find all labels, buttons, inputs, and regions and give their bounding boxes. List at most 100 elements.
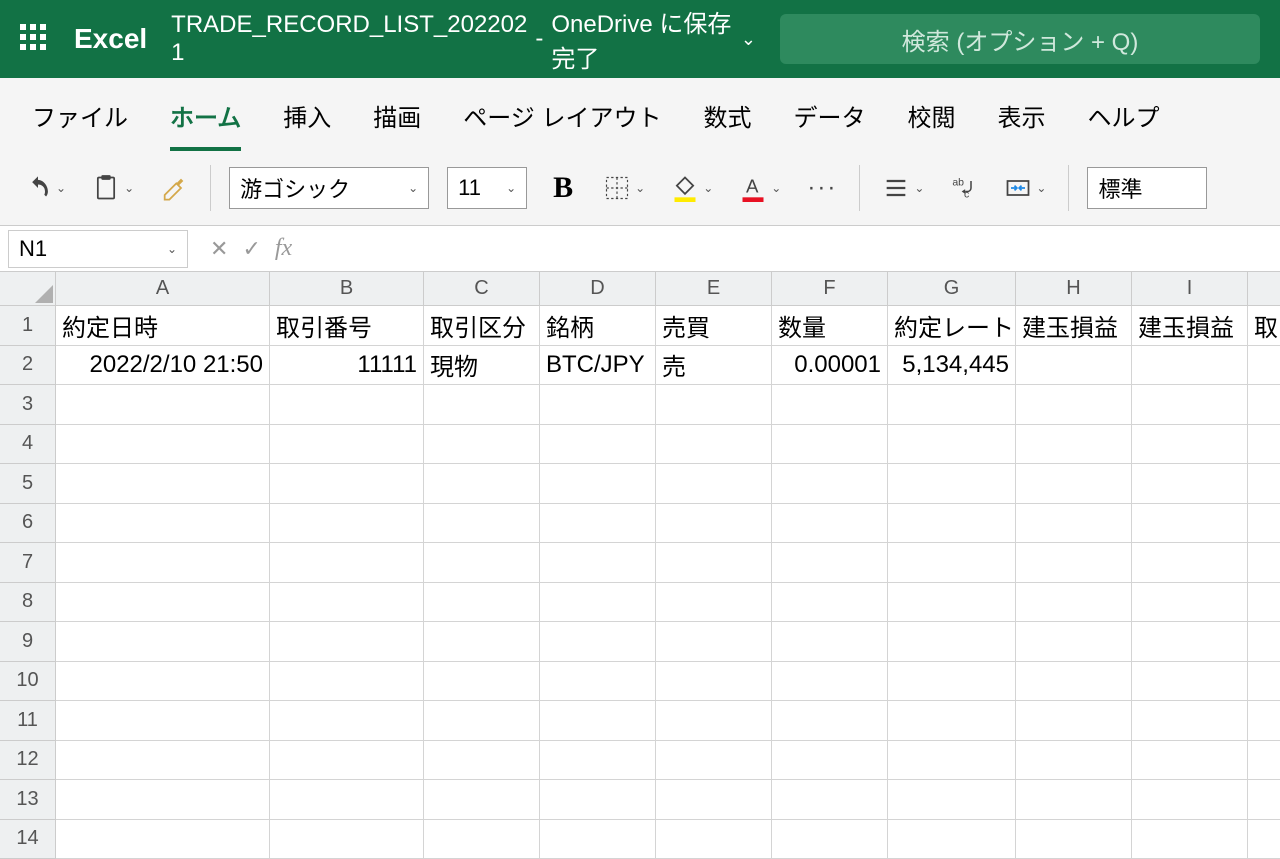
- format-painter-button[interactable]: [156, 170, 192, 206]
- font-color-button[interactable]: A ⌄: [735, 170, 785, 206]
- col-header-C[interactable]: C: [424, 272, 540, 306]
- cell[interactable]: [1132, 780, 1248, 820]
- cell[interactable]: [424, 385, 540, 425]
- cell[interactable]: [656, 464, 772, 504]
- row-header-4[interactable]: 4: [0, 425, 56, 465]
- cell[interactable]: [1132, 662, 1248, 702]
- cell[interactable]: [1132, 385, 1248, 425]
- cell[interactable]: [56, 464, 270, 504]
- cell[interactable]: 取引区分: [424, 306, 540, 346]
- col-header-I[interactable]: I: [1132, 272, 1248, 306]
- align-button[interactable]: ⌄: [878, 170, 928, 206]
- tab-数式[interactable]: 数式: [703, 98, 751, 151]
- cell[interactable]: [270, 820, 424, 859]
- cell[interactable]: [772, 820, 888, 859]
- row-header-11[interactable]: 11: [0, 701, 56, 741]
- cell[interactable]: [56, 385, 270, 425]
- cell[interactable]: [424, 741, 540, 781]
- cell[interactable]: [1016, 820, 1132, 859]
- row-header-7[interactable]: 7: [0, 543, 56, 583]
- cell[interactable]: [888, 741, 1016, 781]
- cell[interactable]: [1132, 820, 1248, 859]
- col-header-B[interactable]: B: [270, 272, 424, 306]
- cell[interactable]: [1248, 780, 1280, 820]
- cell[interactable]: [270, 504, 424, 544]
- cell[interactable]: [540, 780, 656, 820]
- cell[interactable]: [656, 543, 772, 583]
- cell[interactable]: [1248, 346, 1280, 386]
- cell[interactable]: [1016, 701, 1132, 741]
- cell[interactable]: [1016, 622, 1132, 662]
- cell[interactable]: [270, 622, 424, 662]
- app-launcher-icon[interactable]: [20, 24, 50, 54]
- cell[interactable]: [1248, 543, 1280, 583]
- cell[interactable]: [888, 385, 1016, 425]
- cell[interactable]: [1016, 662, 1132, 702]
- cell[interactable]: [540, 425, 656, 465]
- row-header-6[interactable]: 6: [0, 504, 56, 544]
- cell[interactable]: [424, 464, 540, 504]
- cell[interactable]: [1016, 583, 1132, 623]
- cell[interactable]: [270, 385, 424, 425]
- row-header-12[interactable]: 12: [0, 741, 56, 781]
- cell[interactable]: [1132, 543, 1248, 583]
- cell[interactable]: [424, 701, 540, 741]
- cell[interactable]: [270, 464, 424, 504]
- cancel-icon[interactable]: ✕: [210, 236, 228, 262]
- cell[interactable]: [1016, 425, 1132, 465]
- tab-ファイル[interactable]: ファイル: [32, 98, 128, 151]
- font-name-select[interactable]: 游ゴシック ⌄: [229, 167, 429, 209]
- col-header-E[interactable]: E: [656, 272, 772, 306]
- cell[interactable]: [270, 662, 424, 702]
- cell[interactable]: 銘柄: [540, 306, 656, 346]
- cell[interactable]: 約定レート: [888, 306, 1016, 346]
- cell[interactable]: [270, 701, 424, 741]
- cell[interactable]: [270, 780, 424, 820]
- cell[interactable]: 11111: [270, 346, 424, 386]
- cell[interactable]: 売: [656, 346, 772, 386]
- cell[interactable]: [888, 701, 1016, 741]
- cell[interactable]: [656, 622, 772, 662]
- cell[interactable]: [1132, 504, 1248, 544]
- cell[interactable]: [270, 543, 424, 583]
- cell[interactable]: 取引番号: [270, 306, 424, 346]
- cell[interactable]: [772, 385, 888, 425]
- tab-データ[interactable]: データ: [793, 98, 865, 151]
- cell[interactable]: [56, 820, 270, 859]
- cell[interactable]: [772, 543, 888, 583]
- col-header-[interactable]: [1248, 272, 1280, 306]
- cell[interactable]: [56, 662, 270, 702]
- cell[interactable]: [772, 701, 888, 741]
- tab-挿入[interactable]: 挿入: [283, 98, 331, 151]
- cell[interactable]: [1248, 741, 1280, 781]
- cell[interactable]: [1016, 464, 1132, 504]
- number-format-select[interactable]: 標準: [1087, 167, 1207, 209]
- row-header-9[interactable]: 9: [0, 622, 56, 662]
- col-header-H[interactable]: H: [1016, 272, 1132, 306]
- cell[interactable]: [772, 622, 888, 662]
- row-header-13[interactable]: 13: [0, 780, 56, 820]
- fill-color-button[interactable]: ⌄: [667, 170, 717, 206]
- cell[interactable]: [772, 583, 888, 623]
- cell[interactable]: 5,134,445: [888, 346, 1016, 386]
- tab-ヘルプ[interactable]: ヘルプ: [1087, 98, 1159, 151]
- row-header-5[interactable]: 5: [0, 464, 56, 504]
- row-header-3[interactable]: 3: [0, 385, 56, 425]
- cell[interactable]: [424, 504, 540, 544]
- cell[interactable]: [56, 543, 270, 583]
- cell[interactable]: BTC/JPY: [540, 346, 656, 386]
- cell[interactable]: [540, 701, 656, 741]
- cell[interactable]: [1016, 504, 1132, 544]
- tab-ホーム[interactable]: ホーム: [170, 98, 241, 151]
- document-title[interactable]: TRADE_RECORD_LIST_202202 1 - OneDrive に保…: [171, 4, 756, 74]
- cell[interactable]: [424, 425, 540, 465]
- cell[interactable]: [772, 741, 888, 781]
- cell[interactable]: [656, 662, 772, 702]
- cell[interactable]: 取引: [1248, 306, 1280, 346]
- cell[interactable]: [888, 425, 1016, 465]
- cell[interactable]: [1132, 346, 1248, 386]
- cell[interactable]: [888, 622, 1016, 662]
- cell[interactable]: [772, 504, 888, 544]
- col-header-A[interactable]: A: [56, 272, 270, 306]
- col-header-F[interactable]: F: [772, 272, 888, 306]
